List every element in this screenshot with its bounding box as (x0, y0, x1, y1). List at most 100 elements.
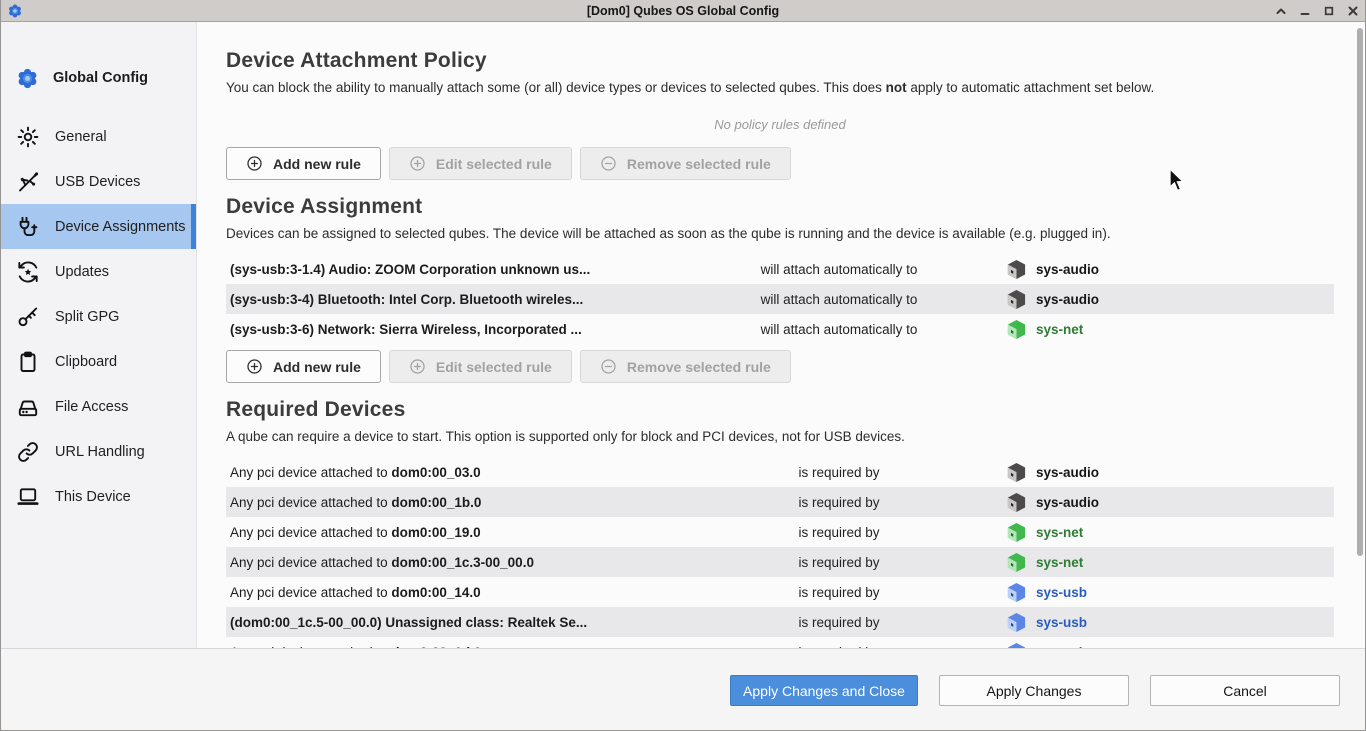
button-label: Add new rule (273, 359, 361, 375)
qube-cube-icon (1006, 289, 1027, 310)
sidebar-item-label: USB Devices (55, 174, 140, 190)
device-name: (sys-usb:3-4) Bluetooth: Intel Corp. Blu… (226, 292, 698, 307)
required-devices-list: Any pci device attached to dom0:00_03.0 … (226, 457, 1334, 648)
section-title-required-devices: Required Devices (226, 397, 1366, 423)
qube-name: sys-usb (1036, 615, 1087, 630)
qube-cube-icon (1006, 462, 1027, 483)
sidebar-item-updates[interactable]: Updates (0, 249, 196, 294)
remove-selected-rule-button[interactable]: Remove selected rule (580, 350, 791, 383)
qube-cube-icon (1006, 259, 1027, 280)
qube-cube-icon (1006, 642, 1027, 649)
section-title-device-attachment-policy: Device Attachment Policy (226, 48, 1366, 74)
device-name: (dom0:00_1c.5-00_00.0) Unassigned class:… (226, 615, 698, 630)
sidebar-header: Global Config (0, 22, 196, 98)
button-label: Edit selected rule (436, 359, 552, 375)
device-row[interactable]: (sys-usb:3-1.4) Audio: ZOOM Corporation … (226, 254, 1334, 284)
qube-cell: sys-net (980, 552, 1334, 573)
sidebar-item-this-device[interactable]: This Device (0, 474, 196, 519)
apply-changes-and-close-button[interactable]: Apply Changes and Close (730, 675, 918, 706)
device-name: Any pci device attached to dom0:00_03.0 (226, 465, 698, 480)
usb-icon (16, 170, 40, 194)
qube-cell: sys-audio (980, 462, 1334, 483)
sidebar-item-url-handling[interactable]: URL Handling (0, 429, 196, 474)
qube-cell: sys-audio (980, 259, 1334, 280)
qube-name: sys-net (1036, 555, 1083, 570)
cancel-button[interactable]: Cancel (1150, 675, 1340, 706)
window-controls (1274, 0, 1360, 22)
section-description: A qube can require a device to start. Th… (226, 428, 1366, 446)
relation-text: is required by (698, 495, 980, 510)
sidebar-header-label: Global Config (53, 70, 148, 86)
qubes-logo-icon (14, 65, 41, 92)
qube-cube-icon (1006, 582, 1027, 603)
link-icon (16, 440, 40, 464)
button-label: Remove selected rule (627, 359, 771, 375)
key-icon (16, 305, 40, 329)
window-title: [Dom0] Qubes OS Global Config (0, 0, 1366, 22)
sidebar-item-label: File Access (55, 399, 128, 415)
device-name: (sys-usb:3-6) Network: Sierra Wireless, … (226, 322, 698, 337)
device-row[interactable]: Any pci device attached to dom0:00_03.0 … (226, 457, 1334, 487)
device-row[interactable]: (sys-usb:3-4) Bluetooth: Intel Corp. Blu… (226, 284, 1334, 314)
relation-text: is required by (698, 555, 980, 570)
device-name: Any pci device attached to dom0:00_1c.3-… (226, 555, 698, 570)
device-row[interactable]: Any pci device attached to dom0:00_1c.3-… (226, 547, 1334, 577)
device-name: Any pci device attached to dom0:00_19.0 (226, 525, 698, 540)
section-description: You can block the ability to manually at… (226, 79, 1366, 97)
sidebar-item-usb-devices[interactable]: USB Devices (0, 159, 196, 204)
apply-changes-button[interactable]: Apply Changes (939, 675, 1129, 706)
device-row[interactable]: (sys-usb:3-6) Network: Sierra Wireless, … (226, 314, 1334, 344)
relation-text: is required by (698, 525, 980, 540)
relation-text: will attach automatically to (698, 262, 980, 277)
add-new-rule-button[interactable]: Add new rule (226, 147, 381, 180)
sidebar-item-file-access[interactable]: File Access (0, 384, 196, 429)
close-button[interactable] (1346, 4, 1360, 18)
device-assignment-buttons: Add new rule Edit selected rule Remove s… (226, 350, 1366, 383)
sidebar-item-general[interactable]: General (0, 114, 196, 159)
scrollbar-track[interactable] (1354, 22, 1365, 648)
sidebar-item-label: Updates (55, 264, 109, 280)
minimize-button[interactable] (1298, 4, 1312, 18)
clipboard-icon (16, 350, 40, 374)
device-name: Any pci device attached to dom0:00_14.0 (226, 585, 698, 600)
maximize-button[interactable] (1322, 4, 1336, 18)
sidebar-item-label: General (55, 129, 107, 145)
minus-circle-icon (600, 155, 617, 172)
device-name: Any pci device attached to dom0:00_1d.0 (226, 645, 698, 649)
sidebar: Global Config General USB Devices Device… (0, 22, 197, 648)
device-row[interactable]: (dom0:00_1c.5-00_00.0) Unassigned class:… (226, 607, 1334, 637)
refresh-icon (16, 260, 40, 284)
qube-name: sys-net (1036, 525, 1083, 540)
device-row[interactable]: Any pci device attached to dom0:00_1d.0 … (226, 637, 1334, 648)
plus-circle-icon (409, 155, 426, 172)
add-new-rule-button[interactable]: Add new rule (226, 350, 381, 383)
sidebar-item-label: This Device (55, 489, 131, 505)
qube-name: sys-usb (1036, 645, 1087, 649)
qube-cube-icon (1006, 492, 1027, 513)
plus-circle-icon (409, 358, 426, 375)
edit-selected-rule-button[interactable]: Edit selected rule (389, 350, 572, 383)
device-row[interactable]: Any pci device attached to dom0:00_1b.0 … (226, 487, 1334, 517)
qube-name: sys-usb (1036, 585, 1087, 600)
qube-cell: sys-audio (980, 492, 1334, 513)
section-title-device-assignment: Device Assignment (226, 194, 1366, 220)
plus-circle-icon (246, 358, 263, 375)
shade-button[interactable] (1274, 4, 1288, 18)
sidebar-item-device-assignments[interactable]: Device Assignments (0, 204, 196, 249)
device-assignment-list: (sys-usb:3-1.4) Audio: ZOOM Corporation … (226, 254, 1334, 344)
attachment-policy-buttons: Add new rule Edit selected rule Remove s… (226, 147, 1366, 180)
device-name: Any pci device attached to dom0:00_1b.0 (226, 495, 698, 510)
sidebar-item-split-gpg[interactable]: Split GPG (0, 294, 196, 339)
device-row[interactable]: Any pci device attached to dom0:00_14.0 … (226, 577, 1334, 607)
chevron-up-icon (1275, 5, 1287, 17)
edit-selected-rule-button[interactable]: Edit selected rule (389, 147, 572, 180)
device-row[interactable]: Any pci device attached to dom0:00_19.0 … (226, 517, 1334, 547)
sidebar-item-clipboard[interactable]: Clipboard (0, 339, 196, 384)
relation-text: is required by (698, 465, 980, 480)
remove-selected-rule-button[interactable]: Remove selected rule (580, 147, 791, 180)
sidebar-item-label: URL Handling (55, 444, 145, 460)
scrollbar-thumb[interactable] (1357, 28, 1363, 556)
gear-icon (16, 125, 40, 149)
qube-cube-icon (1006, 522, 1027, 543)
drive-icon (16, 395, 40, 419)
